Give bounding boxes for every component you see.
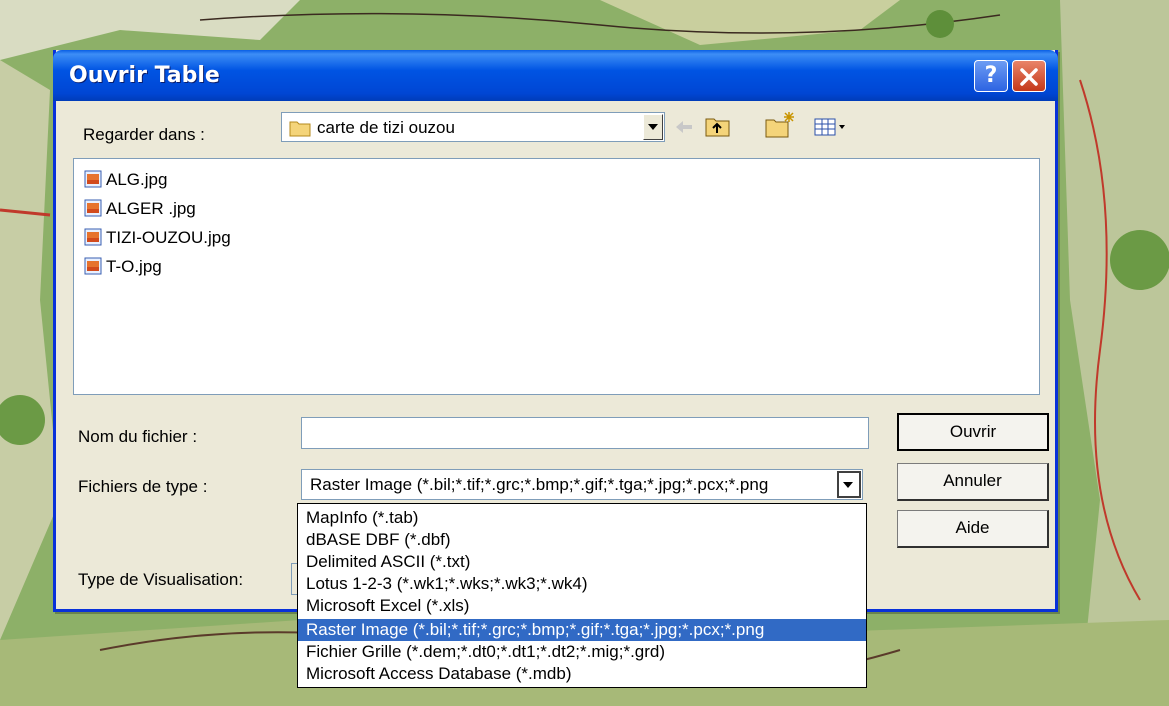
dropdown-option[interactable]: Delimited ASCII (*.txt) (298, 551, 866, 573)
filetype-combo[interactable]: Raster Image (*.bil;*.tif;*.grc;*.bmp;*.… (301, 469, 863, 500)
file-name: TIZI-OUZOU.jpg (106, 228, 231, 247)
look-in-label: Regarder dans : (83, 125, 205, 144)
new-folder-icon[interactable] (764, 110, 796, 140)
file-name: ALG.jpg (106, 170, 168, 189)
dropdown-option[interactable]: Lotus 1-2-3 (*.wk1;*.wks;*.wk3;*.wk4) (298, 573, 866, 595)
cancel-button[interactable]: Annuler (897, 463, 1049, 501)
close-icon (1020, 68, 1038, 86)
viz-type-label: Type de Visualisation: (78, 570, 244, 589)
file-name: T-O.jpg (106, 257, 162, 276)
look-in-value: carte de tizi ouzou (317, 118, 455, 137)
image-file-icon (84, 228, 102, 246)
filetype-dropdown-list[interactable]: MapInfo (*.tab) dBASE DBF (*.dbf) Delimi… (297, 503, 867, 688)
filetype-label: Fichiers de type : (78, 477, 208, 496)
image-file-icon (84, 257, 102, 275)
dropdown-option[interactable]: MapInfo (*.tab) (298, 507, 866, 529)
file-name: ALGER .jpg (106, 199, 196, 218)
titlebar-close-button[interactable] (1012, 60, 1046, 92)
dropdown-option[interactable]: Microsoft Excel (*.xls) (298, 595, 866, 617)
folder-icon (289, 121, 311, 137)
dropdown-option[interactable]: dBASE DBF (*.dbf) (298, 529, 866, 551)
filetype-value: Raster Image (*.bil;*.tif;*.grc;*.bmp;*.… (310, 475, 769, 494)
look-in-dropdown-button[interactable] (643, 114, 663, 140)
filename-label: Nom du fichier : (78, 427, 198, 446)
up-one-level-icon[interactable] (705, 116, 731, 138)
dropdown-option-selected[interactable]: Raster Image (*.bil;*.tif;*.grc;*.bmp;*.… (298, 619, 866, 641)
titlebar-help-button[interactable]: ? (974, 60, 1008, 92)
dropdown-option[interactable]: Fichier Grille (*.dem;*.dt0;*.dt1;*.dt2;… (298, 641, 866, 663)
image-file-icon (84, 170, 102, 188)
dropdown-option[interactable]: Microsoft Access Database (*.mdb) (298, 663, 866, 685)
view-menu-icon[interactable] (814, 116, 848, 138)
back-arrow-icon[interactable] (673, 116, 695, 138)
filetype-dropdown-button[interactable] (837, 471, 861, 498)
dialog-title: Ouvrir Table (69, 63, 220, 88)
file-list[interactable]: ALG.jpg ALGER .jpg TIZI-OUZOU.jpg T-O.jp… (73, 158, 1040, 395)
look-in-combo[interactable]: carte de tizi ouzou (281, 112, 665, 142)
image-file-icon (84, 199, 102, 217)
help-button[interactable]: Aide (897, 510, 1049, 548)
title-bar[interactable]: Ouvrir Table ? (53, 50, 1058, 101)
open-button[interactable]: Ouvrir (897, 413, 1049, 451)
filename-input[interactable] (301, 417, 869, 449)
